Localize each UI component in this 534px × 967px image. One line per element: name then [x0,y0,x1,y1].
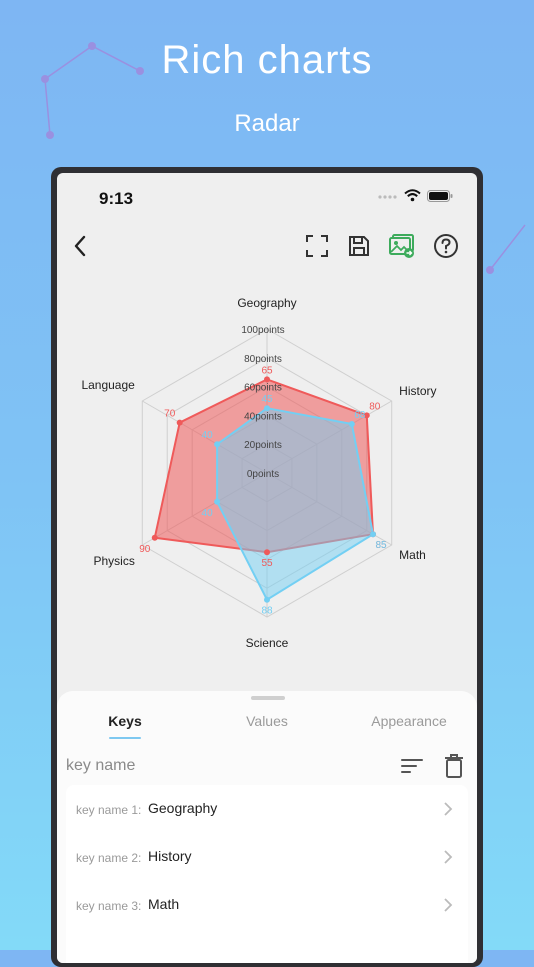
tab-values[interactable]: Values [207,713,327,729]
key-row-1[interactable]: key name 1: Geography [66,787,468,835]
radar-scale-label: 0points [247,469,279,480]
wifi-icon [404,189,421,202]
fullscreen-icon[interactable] [302,231,332,261]
bottom-sheet: Keys Values Appearance key name key name… [57,691,477,963]
radar-value-label: 45 [261,394,273,405]
radar-point [264,596,270,603]
tab-keys[interactable]: Keys [65,713,185,729]
key-list: key name 1: Geography key name 2: Histor… [66,785,468,963]
radar-value-label: 55 [261,558,273,569]
radar-value-label: 40 [202,508,214,519]
radar-value-label: 85 [375,540,387,551]
radar-scale-label: 40points [244,411,282,422]
phone-screen: 9:13 0points 20points 40points 60points … [57,173,477,963]
key-header-label: key name [66,757,136,774]
radar-point [264,405,270,412]
save-icon[interactable] [344,231,374,261]
radar-value-label: 70 [164,409,176,420]
radar-series-area-2 [216,407,375,602]
tab-bar: Keys Values Appearance [57,709,477,739]
sheet-drag-handle[interactable] [251,696,285,700]
key-row-value: Geography [148,800,218,816]
radar-value-label: 68 [354,410,366,421]
radar-point [264,549,270,556]
radar-value-label: 65 [261,365,273,376]
radar-value-label: 40 [202,430,214,441]
key-header: key name [57,747,477,783]
key-row-label: key name 2: [76,851,142,865]
chevron-right-icon [444,850,453,864]
battery-icon [427,189,453,202]
phone-frame: 9:13 0points 20points 40points 60points … [51,167,483,967]
trash-icon[interactable] [441,753,467,779]
radar-scale-label: 100points [241,325,284,336]
toolbar [57,223,477,267]
status-time: 9:13 [99,189,134,208]
key-row-label: key name 3: [76,899,142,913]
radar-point [176,419,183,426]
radar-point [214,441,221,448]
status-bar: 9:13 [57,173,477,213]
radar-point [370,531,377,538]
radar-chart: 0points 20points 40points 60points 80points 1… [81,296,436,650]
chevron-right-icon [444,802,453,816]
radar-axis-label: Math [399,548,426,562]
sort-icon[interactable] [399,753,425,779]
radar-point [264,376,270,383]
chevron-right-icon [444,898,453,912]
key-row-value: Math [148,896,180,912]
radar-point [151,534,158,541]
radar-axis-label: Physics [93,554,134,568]
radar-axis-label: Science [246,636,289,650]
radar-value-label: 90 [139,544,151,555]
radar-axis-label: Language [81,378,135,392]
key-row-3[interactable]: key name 3: Math [66,883,468,931]
signal-icon [378,194,397,199]
radar-value-label: 80 [369,401,381,412]
radar-axis-label: History [399,384,436,398]
key-row-4[interactable] [66,931,468,963]
radar-axis-label: Geography [237,296,296,310]
back-arrow-icon[interactable] [65,231,95,261]
help-icon[interactable] [431,231,461,261]
image-export-icon[interactable] [387,231,417,261]
key-row-label: key name 1: [76,803,142,817]
subheadline: Radar [234,110,300,137]
tab-appearance[interactable]: Appearance [349,713,469,729]
active-tab-indicator [109,737,141,739]
key-row-value: History [148,848,192,864]
radar-scale-label: 20points [244,440,282,451]
radar-point [348,421,355,428]
radar-value-label: 88 [261,606,273,617]
headline: Rich charts [161,38,373,82]
radar-scale-label: 60points [244,383,282,394]
radar-scale-label: 80points [244,354,282,365]
key-row-2[interactable]: key name 2: History [66,835,468,883]
radar-point [214,498,221,505]
radar-chart-area: 0points 20points 40points 60points 80points 1… [57,283,477,663]
